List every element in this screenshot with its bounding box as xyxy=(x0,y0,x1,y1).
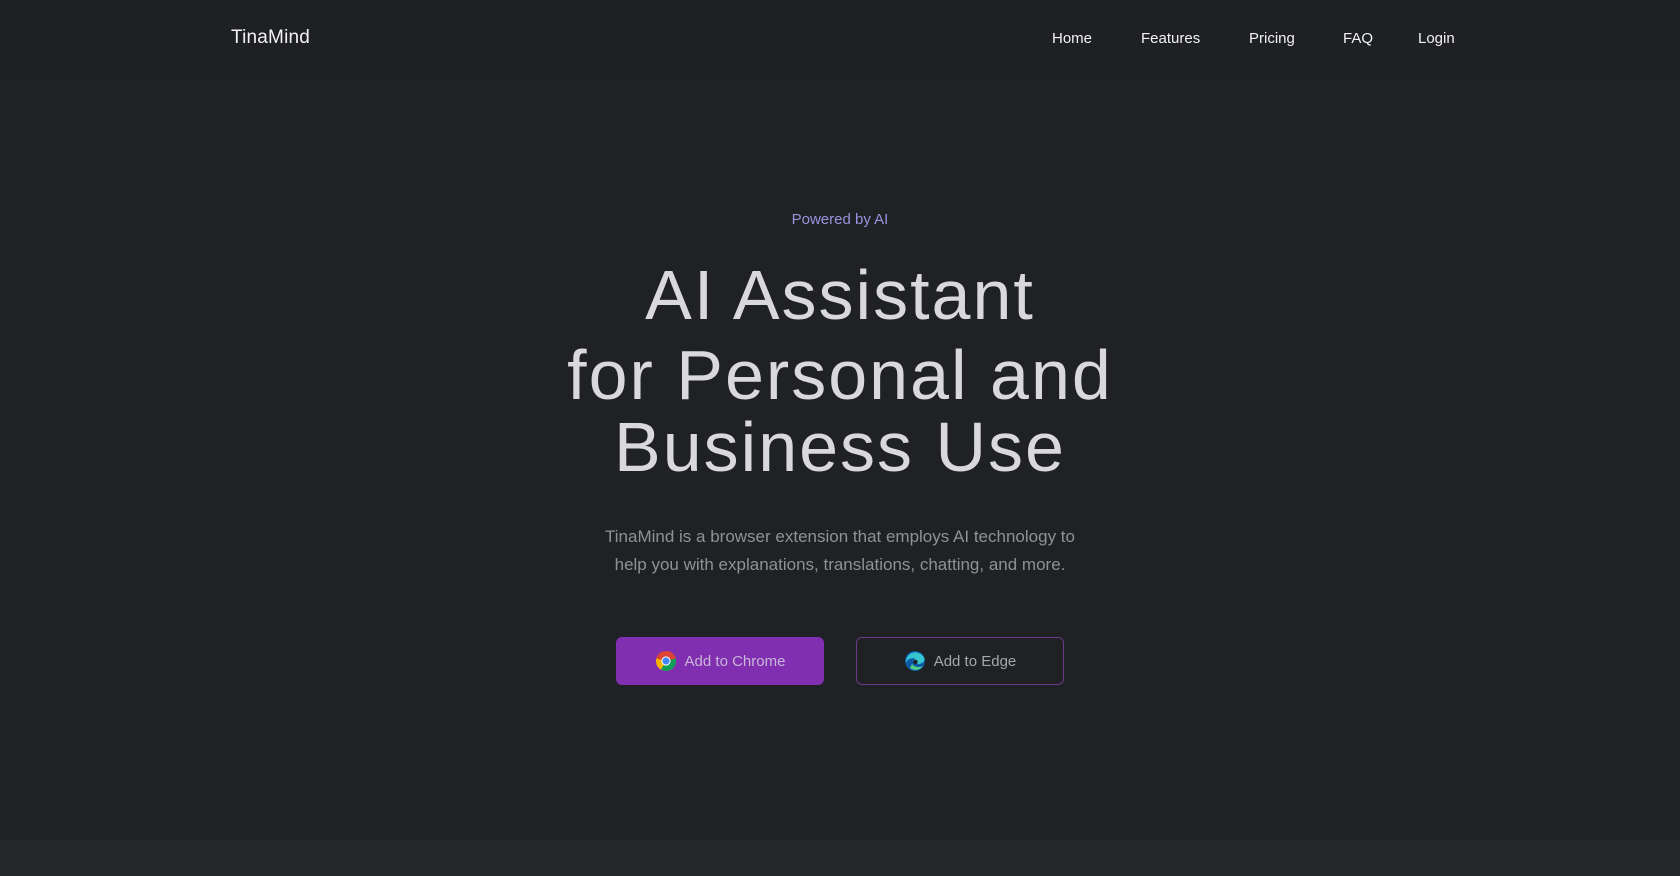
powered-by-label: Powered by AI xyxy=(791,211,889,228)
nav-item-pricing[interactable]: Pricing xyxy=(1249,30,1295,47)
add-to-edge-button[interactable]: Add to Edge xyxy=(856,637,1064,685)
nav-item-home[interactable]: Home xyxy=(1052,30,1092,47)
brand-logo[interactable]: TinaMind xyxy=(231,27,310,49)
next-section-edge xyxy=(0,840,1680,876)
hero-section: Powered by AI AI Assistant for Personal … xyxy=(0,80,1680,840)
landing-page: TinaMind Home Features Pricing FAQ Login… xyxy=(0,0,1680,876)
headline-line-1: AI Assistant xyxy=(645,256,1035,334)
chrome-icon xyxy=(655,650,677,672)
nav-item-login[interactable]: Login xyxy=(1418,30,1455,47)
nav-item-features[interactable]: Features xyxy=(1141,30,1200,47)
add-to-edge-label: Add to Edge xyxy=(933,652,1017,670)
add-to-chrome-button[interactable]: Add to Chrome xyxy=(616,637,824,685)
nav-item-faq[interactable]: FAQ xyxy=(1343,30,1373,47)
hero-description-line-2: help you with explanations, translations… xyxy=(614,555,1066,574)
headline-line-3: Business Use xyxy=(614,408,1066,486)
hero-description: TinaMind is a browser extension that emp… xyxy=(0,523,1680,579)
hero-description-line-1: TinaMind is a browser extension that emp… xyxy=(605,527,1075,546)
headline-line-2: for Personal and xyxy=(567,336,1113,414)
top-navbar: TinaMind Home Features Pricing FAQ Login xyxy=(0,0,1680,80)
edge-icon xyxy=(904,650,926,672)
add-to-chrome-label: Add to Chrome xyxy=(684,652,786,670)
